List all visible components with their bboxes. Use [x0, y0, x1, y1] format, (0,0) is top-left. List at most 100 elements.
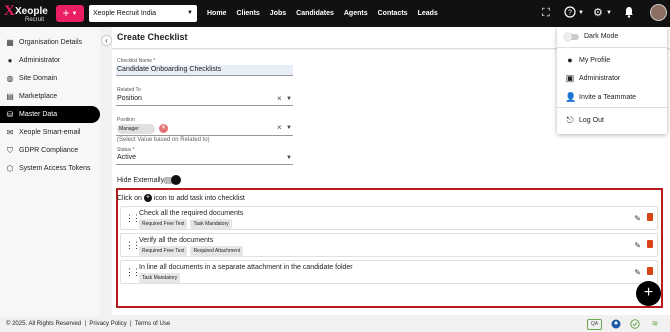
sidebar-item-smart-email[interactable]: ✉ Xeople Smart-email — [0, 124, 100, 141]
hide-externally-toggle[interactable] — [163, 175, 181, 185]
clear-icon[interactable]: × — [277, 123, 282, 132]
menu-item-label: Log Out — [579, 117, 604, 124]
sidebar-item-label: System Access Tokens — [19, 165, 91, 172]
privacy-policy-link[interactable]: Privacy Policy — [89, 321, 126, 327]
task-row[interactable]: ⋮⋮ Check all the required documents Requ… — [120, 206, 658, 230]
fullscreen-icon[interactable]: ⛶ — [542, 6, 550, 20]
sidebar-item-site-domain[interactable]: ◍ Site Domain — [0, 70, 100, 87]
status-select[interactable]: Active — [117, 154, 136, 161]
chevron-down-icon[interactable]: ▼ — [286, 96, 292, 102]
quick-add-button[interactable]: + ▼ — [56, 5, 84, 22]
task-tags: Required Free Text Required Attachment — [139, 246, 244, 256]
sidebar-item-marketplace[interactable]: ▤ Marketplace — [0, 88, 100, 105]
footer-text: © 2025. All Rights Reserved | Privacy Po… — [6, 321, 171, 327]
delete-icon[interactable] — [647, 240, 653, 248]
edit-icon[interactable]: ✎ — [634, 241, 641, 250]
sidebar-item-gdpr-compliance[interactable]: ⛉ GDPR Compliance — [0, 142, 100, 159]
status-label: Status * — [117, 147, 135, 153]
xeople-logo[interactable]: X Xeople Recruit — [4, 3, 52, 25]
collapse-sidebar-button[interactable]: ‹ — [101, 35, 112, 46]
sidebar-item-label: Xeople Smart-email — [19, 129, 81, 136]
add-task-button[interactable]: + — [636, 281, 661, 306]
task-row[interactable]: ⋮⋮ Verify all the documents Required Fre… — [120, 233, 658, 257]
drag-handle-icon[interactable]: ⋮⋮ — [125, 213, 141, 224]
logout-icon: ⎋ — [566, 115, 574, 125]
org-icon: ▦ — [6, 37, 14, 47]
nav-contacts[interactable]: Contacts — [378, 10, 408, 17]
page-title: Create Checklist — [117, 32, 188, 42]
sidebar-item-label: Organisation Details — [19, 39, 83, 46]
terms-of-use-link[interactable]: Terms of Use — [135, 321, 170, 327]
check-circle-icon[interactable] — [629, 319, 641, 330]
admin-icon: ▣ — [565, 73, 575, 83]
related-to-select[interactable]: Position — [117, 95, 142, 102]
marketplace-icon: ▤ — [6, 91, 14, 101]
nav-leads[interactable]: Leads — [418, 10, 438, 17]
email-icon: ✉ — [6, 127, 14, 137]
drag-handle-icon[interactable]: ⋮⋮ — [125, 267, 141, 278]
task-tags: Required Free Text Task Mandatory — [139, 219, 232, 229]
chevron-down-icon: ▼ — [187, 10, 193, 16]
chevron-down-icon[interactable]: ▼ — [286, 125, 292, 131]
dark-mode-toggle[interactable]: Dark Mode — [564, 32, 618, 41]
clear-icon[interactable]: × — [277, 94, 282, 103]
divider — [116, 135, 293, 136]
chevron-down-icon[interactable]: ▼ — [286, 155, 292, 161]
menu-item-label: Invite a Teammate — [579, 94, 637, 101]
gear-icon[interactable]: ⚙ — [593, 6, 603, 20]
hint-before: Click on — [117, 194, 142, 202]
database-icon: ⛁ — [6, 109, 14, 119]
nav-candidates[interactable]: Candidates — [296, 10, 334, 17]
add-task-hint: Click on + icon to add task into checkli… — [117, 194, 245, 202]
add-user-icon: 👤 — [565, 92, 577, 102]
task-tags: Task Mandatory — [139, 273, 181, 283]
sidebar-item-system-access-tokens[interactable]: ⬡ System Access Tokens — [0, 160, 100, 177]
person-icon: ● — [7, 55, 13, 65]
user-avatar[interactable] — [650, 4, 667, 21]
menu-item-log-out[interactable]: ⎋ Log Out — [565, 115, 604, 126]
edit-icon[interactable]: ✎ — [634, 214, 641, 223]
nav-home[interactable]: Home — [207, 10, 226, 17]
logo-sub: Recruit — [25, 17, 45, 23]
task-row[interactable]: ⋮⋮ In line all documents in a separate a… — [120, 260, 658, 284]
sidebar-item-label: Site Domain — [19, 75, 58, 82]
sidebar-item-label: GDPR Compliance — [19, 147, 79, 154]
user-circle-icon[interactable] — [610, 319, 622, 330]
globe-icon: ◍ — [6, 73, 14, 83]
footer: © 2025. All Rights Reserved | Privacy Po… — [0, 317, 670, 332]
edit-icon[interactable]: ✎ — [634, 268, 641, 277]
bell-icon[interactable] — [624, 6, 634, 22]
drag-handle-icon[interactable]: ⋮⋮ — [125, 240, 141, 251]
position-chip: Manager — [117, 124, 155, 134]
menu-item-administrator[interactable]: ▣ Administrator — [565, 73, 621, 84]
svg-text:?: ? — [568, 10, 572, 17]
delete-icon[interactable] — [647, 267, 653, 275]
task-tag: Required Free Text — [139, 219, 188, 229]
company-select[interactable]: Xeople Recruit India ▼ — [89, 5, 197, 22]
sidebar-item-organisation-details[interactable]: ▦ Organisation Details — [0, 34, 100, 51]
qa-badge[interactable]: QA — [587, 319, 602, 330]
plus-circle-icon: + — [143, 194, 152, 202]
task-title: Check all the required documents — [139, 210, 244, 217]
delete-icon[interactable] — [647, 213, 653, 221]
nav-agents[interactable]: Agents — [344, 10, 368, 17]
menu-item-my-profile[interactable]: ● My Profile — [565, 55, 610, 65]
menu-item-label: My Profile — [579, 56, 611, 64]
hint-after: icon to add task into checklist — [153, 194, 245, 202]
divider — [557, 47, 667, 48]
remove-chip-icon[interactable]: ✕ — [159, 124, 168, 133]
chevron-down-icon[interactable]: ▼ — [578, 6, 584, 20]
sidebar-item-label: Master Data — [19, 111, 58, 118]
menu-item-invite-teammate[interactable]: 👤 Invite a Teammate — [565, 92, 636, 103]
task-title: In line all documents in a separate atta… — [139, 264, 353, 271]
divider — [116, 105, 293, 106]
person-icon: ● — [567, 55, 573, 65]
nav-jobs[interactable]: Jobs — [270, 10, 286, 17]
main-nav: Home Clients Jobs Candidates Agents Cont… — [207, 0, 438, 27]
chevron-down-icon[interactable]: ▼ — [606, 6, 612, 20]
help-icon[interactable]: ? — [564, 6, 576, 22]
sidebar-item-administrator[interactable]: ● Administrator — [0, 52, 100, 69]
sidebar-item-master-data[interactable]: ⛁ Master Data — [0, 106, 100, 123]
nav-clients[interactable]: Clients — [236, 10, 259, 17]
position-label: Position — [117, 117, 135, 123]
